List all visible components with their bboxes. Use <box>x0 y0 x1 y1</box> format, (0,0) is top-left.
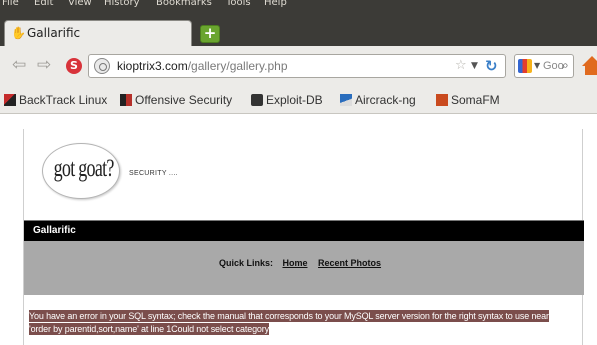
favicon-icon: ✋ <box>11 26 26 40</box>
page-viewport: got goat? SECURITY .... Gallarific Quick… <box>0 115 597 345</box>
bookmark-somafm[interactable]: SomaFM <box>436 93 500 109</box>
bookmark-star-icon[interactable]: ☆ <box>455 58 467 73</box>
home-link[interactable]: Home <box>282 258 307 268</box>
menu-file[interactable]: File <box>2 0 19 8</box>
tab-title: Gallarific <box>27 26 81 40</box>
aircrack-icon <box>340 94 352 106</box>
site-identity-icon[interactable] <box>94 58 110 74</box>
url-text[interactable]: kioptrix3.com/gallery/gallery.php <box>117 59 288 73</box>
navigation-toolbar: ⇦ ⇨ S kioptrix3.com/gallery/gallery.php … <box>0 46 597 88</box>
search-engine-icon[interactable] <box>518 59 532 73</box>
tab-strip: ✋ Gallarific + <box>0 16 597 46</box>
search-placeholder: Goo <box>543 60 564 72</box>
bookmark-label: SomaFM <box>451 93 500 107</box>
url-bar[interactable]: kioptrix3.com/gallery/gallery.php ☆ ▼ ↻ <box>88 54 506 78</box>
reload-icon[interactable]: ↻ <box>485 57 498 75</box>
sql-error-text: You have an error in your SQL syntax; ch… <box>29 310 549 335</box>
menu-edit[interactable]: Edit <box>34 0 53 8</box>
bookmark-label: Offensive Security <box>135 93 233 107</box>
menu-tools[interactable]: Tools <box>226 0 251 8</box>
search-icon[interactable]: ⌕ <box>562 58 569 73</box>
search-engine-dropdown-icon[interactable]: ▼ <box>534 61 540 70</box>
menu-view[interactable]: View <box>68 0 92 8</box>
somafm-icon <box>436 94 448 106</box>
site-tagline: SECURITY .... <box>129 170 178 177</box>
stop-icon[interactable]: S <box>66 58 82 74</box>
back-arrow-icon[interactable]: ⇦ <box>12 55 26 75</box>
bookmark-backtrack-linux[interactable]: BackTrack Linux <box>4 93 107 109</box>
menu-bar: File Edit View History Bookmarks Tools H… <box>0 0 597 16</box>
bookmark-exploit-db[interactable]: Exploit-DB <box>251 93 323 109</box>
plus-icon: + <box>203 24 217 42</box>
logo-text: got goat? <box>53 155 115 182</box>
search-box[interactable]: ▼ Goo ⌕ <box>514 54 574 78</box>
bookmark-offensive-security[interactable]: Offensive Security <box>120 93 232 109</box>
recent-photos-link[interactable]: Recent Photos <box>318 258 381 268</box>
bookmarks-toolbar: BackTrack Linux Offensive Security Explo… <box>0 88 597 114</box>
menu-help[interactable]: Help <box>264 0 287 8</box>
site-logo[interactable]: got goat? <box>42 143 120 199</box>
bookmark-label: BackTrack Linux <box>19 93 108 107</box>
exploit-db-icon <box>251 94 263 106</box>
url-path: /gallery/gallery.php <box>187 59 288 73</box>
bookmark-label: Exploit-DB <box>266 93 323 107</box>
new-tab-button[interactable]: + <box>200 24 220 43</box>
site-title: Gallarific <box>33 225 76 236</box>
menu-history[interactable]: History <box>104 0 140 8</box>
quick-links: Quick Links: Home Recent Photos <box>24 258 584 268</box>
url-domain: kioptrix3.com <box>117 59 188 73</box>
history-dropdown-icon[interactable]: ▼ <box>471 61 478 71</box>
site-title-bar: Gallarific <box>24 220 584 241</box>
bookmark-label: Aircrack-ng <box>355 93 416 107</box>
quick-links-label: Quick Links: <box>218 258 273 268</box>
page-container: got goat? SECURITY .... Gallarific Quick… <box>23 129 584 345</box>
sql-error-message: You have an error in your SQL syntax; ch… <box>24 307 569 341</box>
bookmark-aircrack-ng[interactable]: Aircrack-ng <box>340 93 416 109</box>
offensive-security-icon <box>120 94 132 106</box>
menu-bookmarks[interactable]: Bookmarks <box>156 0 212 8</box>
tab-gallarific[interactable]: ✋ Gallarific <box>4 20 192 46</box>
home-icon[interactable] <box>582 56 597 75</box>
site-header: got goat? SECURITY .... <box>24 129 584 217</box>
quick-links-bar: Quick Links: Home Recent Photos <box>24 241 584 295</box>
forward-arrow-icon[interactable]: ⇨ <box>37 55 51 75</box>
backtrack-icon <box>4 94 16 106</box>
